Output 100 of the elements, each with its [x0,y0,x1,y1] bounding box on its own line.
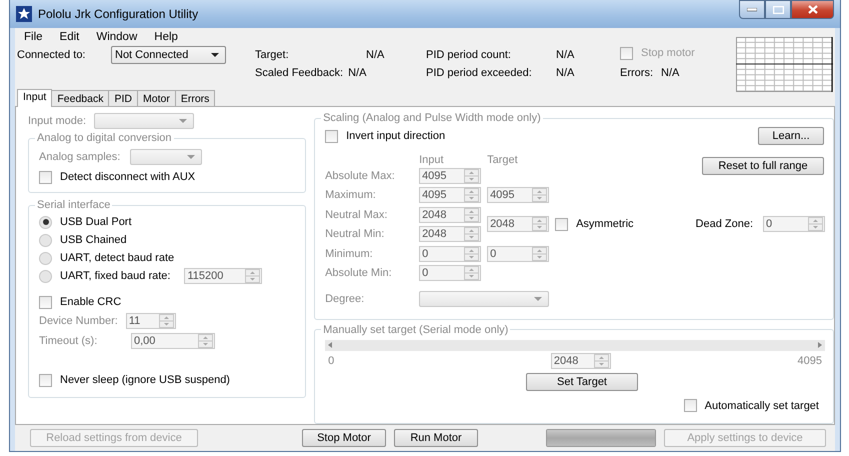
number-field[interactable]: 0 [419,246,482,262]
group-title: Serial interface [36,199,112,212]
spinner-arrows-icon [464,227,480,242]
checkbox[interactable]: Enable CRC [39,296,122,309]
radio-button[interactable]: USB Dual Port [39,216,132,229]
checkbox[interactable]: Automatically set target [684,399,819,412]
field-label: Analog samples: [39,151,120,164]
field-label: Absolute Min: [325,267,392,280]
number-field[interactable]: 0 [487,246,550,262]
spinner-arrows-icon [808,217,823,232]
number-field[interactable]: 4095 [419,187,482,204]
degree-dropdown[interactable] [419,290,550,307]
command-button[interactable]: Run Motor [394,428,478,447]
tab[interactable]: PID [108,90,138,106]
field-label: Input mode: [28,115,86,128]
minimize-button[interactable] [739,0,765,19]
caret-icon [211,52,219,57]
number-field[interactable]: 2048 [419,226,482,242]
field-label: Dead Zone: [696,218,753,230]
spinner-arrows-icon [464,188,480,202]
spinner-arrows-icon [532,188,548,202]
minimize-icon [747,8,757,12]
number-field[interactable]: 0 [419,265,482,282]
caret-icon [179,119,188,124]
field-label: Device Number: [39,315,118,328]
tab[interactable]: Feedback [51,90,110,106]
spinner-arrows-icon [464,266,480,280]
field-label: Timeout (s): [39,335,98,348]
number-field[interactable]: 0 [763,216,825,232]
radio-button[interactable]: USB Chained [39,234,127,247]
checkbox[interactable]: Detect disconnect with AUX [39,170,196,184]
analog-samples-dropdown[interactable] [130,149,202,166]
status-value: N/A [556,66,574,79]
reset-range-button[interactable]: Reset to full range [702,156,824,175]
field-label: PID period exceeded: [426,66,532,79]
command-button[interactable]: Stop Motor [302,428,386,447]
left-arrow-icon [328,342,332,348]
close-icon [808,5,818,14]
status-value: N/A [366,48,384,61]
group-title: Scaling (Analog and Pulse Width mode only) [322,112,542,124]
spinner-arrows-icon [594,354,609,368]
number-field[interactable]: 2048 [550,352,611,369]
field-label: Errors: [620,66,653,79]
checkbox[interactable]: Asymmetric [555,218,634,231]
status-value: N/A [348,66,366,79]
tab[interactable]: Motor [137,90,176,106]
scroll-bar[interactable] [325,340,825,351]
connection-dropdown[interactable]: Not Connected [111,46,226,64]
spinner-arrows-icon [245,269,260,284]
field-label: Scaled Feedback: [255,66,344,79]
status-value: N/A [556,48,574,61]
caret-icon [534,296,542,301]
star-logo-icon [16,6,32,22]
spinner-arrows-icon [158,314,174,328]
field-label: Degree: [325,292,366,305]
spinner-arrows-icon [464,168,480,183]
learn-button[interactable]: Learn... [758,127,824,146]
spinner-arrows-icon [464,246,480,261]
maximize-icon [772,6,784,14]
column-header: Target [487,154,518,166]
checkbox[interactable]: Never sleep (ignore USB suspend) [39,374,230,387]
menu-item[interactable]: File [17,30,53,44]
close-button[interactable] [791,0,834,19]
input-mode-dropdown[interactable] [94,113,194,130]
radio-button[interactable]: UART, detect baud rate [39,252,174,265]
menu-item[interactable]: Window [89,30,148,44]
window-title: Pololu Jrk Configuration Utility [38,7,200,21]
range-min: 0 [328,354,334,367]
number-field[interactable]: 2048 [487,216,550,232]
status-value: N/A [661,66,680,79]
field-label: Neutral Min: [325,228,384,240]
number-field[interactable]: 4095 [487,187,550,204]
field-label: Neutral Max: [325,208,388,221]
field-label: PID period count: [426,48,511,61]
range-max: 4095 [798,354,822,367]
set-target-button[interactable]: Set Target [526,372,638,391]
tab[interactable]: Input [17,89,52,108]
field-label: Maximum: [325,189,376,202]
field-label: Connected to: [17,48,86,61]
number-field[interactable]: 0,00 [131,333,215,350]
spinner-arrows-icon [198,334,213,348]
maximize-button[interactable] [765,0,791,19]
field-label: Absolute Max: [325,170,395,182]
group-title: Manually set target (Serial mode only) [322,324,510,336]
right-arrow-icon [818,342,822,348]
number-field[interactable]: 4095 [419,168,482,184]
checkbox[interactable]: Invert input direction [325,130,446,143]
radio-button[interactable]: UART, fixed baud rate: [39,270,170,283]
tab[interactable]: Errors [174,90,216,106]
menu-item[interactable]: Help [147,30,188,44]
column-header: Input [419,154,444,166]
field-label: Minimum: [325,248,373,260]
number-field[interactable]: 115200 [184,268,262,284]
number-field[interactable]: 2048 [419,206,482,223]
spinner-arrows-icon [464,208,480,222]
group-title: Analog to digital conversion [36,132,173,144]
field-label: Target: [255,48,289,61]
spinner-arrows-icon [532,246,548,261]
number-field[interactable]: 11 [126,313,176,330]
menu-item[interactable]: Edit [52,30,90,44]
